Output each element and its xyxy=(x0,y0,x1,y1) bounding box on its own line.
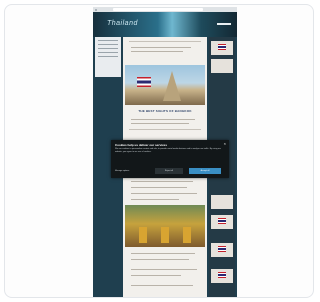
accept-button[interactable]: Accept all xyxy=(189,168,221,174)
text-line xyxy=(131,253,195,254)
text-line xyxy=(131,187,187,188)
thumbnail-card[interactable]: Thailand THE BEST SIGHTS OF BANGKOK Cook… xyxy=(4,4,314,298)
divider xyxy=(129,129,201,130)
thai-flag-icon xyxy=(137,77,151,87)
left-sidebar-menu xyxy=(95,37,121,77)
cookie-title: Cookies help us deliver our services xyxy=(115,143,168,147)
sidebar-widget[interactable] xyxy=(211,41,233,55)
close-icon[interactable]: × xyxy=(224,141,226,146)
text-line xyxy=(131,275,181,276)
divider xyxy=(129,41,201,42)
text-line xyxy=(131,199,179,200)
sidebar-widget[interactable] xyxy=(211,59,233,73)
text-line xyxy=(131,193,197,194)
flag-icon xyxy=(218,246,226,252)
text-line xyxy=(131,47,191,48)
hero-image-temple xyxy=(125,65,205,105)
sidebar-widget[interactable] xyxy=(211,243,233,257)
monk-figure xyxy=(139,227,147,243)
sidebar-widget[interactable] xyxy=(211,269,233,283)
sidebar-link[interactable] xyxy=(98,52,118,53)
text-line xyxy=(131,269,197,270)
website-screenshot: Thailand THE BEST SIGHTS OF BANGKOK Cook… xyxy=(93,7,237,297)
text-line xyxy=(131,119,195,120)
header-nav-link[interactable] xyxy=(217,23,231,25)
address-bar[interactable] xyxy=(113,8,203,11)
article-image-shrine xyxy=(125,205,205,247)
sidebar-widget[interactable] xyxy=(211,195,233,209)
article-headline[interactable]: THE BEST SIGHTS OF BANGKOK xyxy=(127,109,203,113)
flag-icon xyxy=(218,218,226,224)
text-line xyxy=(131,259,189,260)
cookie-text: We use cookies to personalise content an… xyxy=(115,148,221,153)
reject-button[interactable]: Reject all xyxy=(155,168,183,174)
temple-shape xyxy=(163,71,181,101)
flag-icon xyxy=(218,272,226,278)
manage-options-link[interactable]: Manage options xyxy=(115,170,129,172)
monk-figure xyxy=(183,227,191,243)
monk-figure xyxy=(161,227,169,243)
text-line xyxy=(131,181,193,182)
text-line xyxy=(131,285,193,286)
sidebar-link[interactable] xyxy=(98,48,118,49)
text-line xyxy=(131,123,189,124)
cookie-consent-dialog: Cookies help us deliver our services × W… xyxy=(111,140,229,178)
flag-icon xyxy=(218,44,226,50)
site-logo[interactable]: Thailand xyxy=(107,20,138,27)
text-line xyxy=(131,51,183,52)
sidebar-link[interactable] xyxy=(98,44,118,45)
sidebar-widget[interactable] xyxy=(211,215,233,229)
sidebar-link[interactable] xyxy=(98,56,118,57)
window-dot-icon xyxy=(95,8,97,11)
sidebar-link[interactable] xyxy=(98,40,118,41)
site-header-banner: Thailand xyxy=(93,12,237,37)
